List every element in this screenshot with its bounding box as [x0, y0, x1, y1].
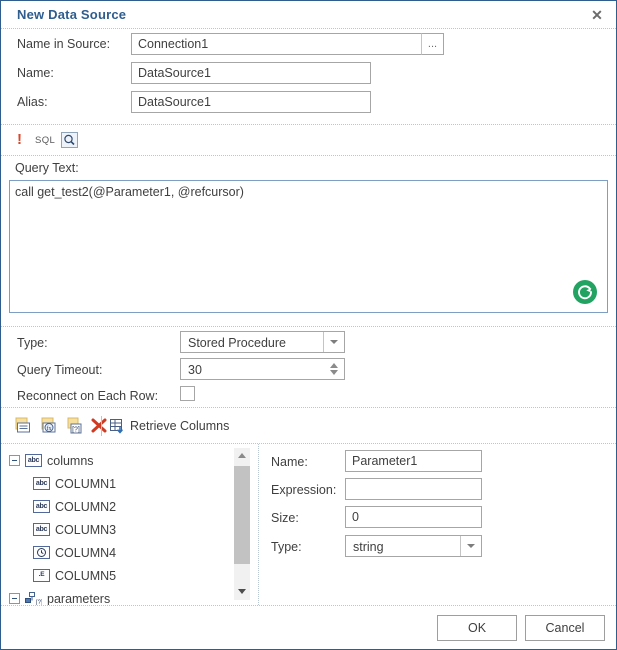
tree-node-label: COLUMN5: [55, 568, 117, 583]
query-text-value: call get_test2(@Parameter1, @refcursor): [15, 185, 244, 199]
warning-exclamation-icon[interactable]: !: [17, 131, 22, 148]
reconnect-on-each-row-checkbox[interactable]: [180, 386, 195, 401]
parameter-properties-panel: Name: Expression: Size: Type: string: [259, 444, 616, 605]
retrieve-columns-label: Retrieve Columns: [130, 419, 230, 433]
tree-node-label: COLUMN4: [55, 545, 117, 560]
svg-text:fx: fx: [47, 425, 52, 432]
toolbar-separator: [101, 416, 102, 436]
tree-node[interactable]: [?] parameters: [1, 587, 239, 605]
tree-node[interactable]: COLUMN4: [1, 541, 239, 564]
new-column-icon[interactable]: [13, 416, 33, 436]
property-expression-input[interactable]: [345, 478, 482, 500]
name-in-source-label: Name in Source:: [17, 37, 111, 51]
string-type-icon: abc: [33, 500, 50, 513]
string-type-icon: abc: [25, 454, 42, 467]
new-data-source-dialog: New Data Source ✕ Name in Source: ... Na…: [0, 0, 617, 650]
type-dropdown-value: Stored Procedure: [188, 336, 286, 350]
cancel-button[interactable]: Cancel: [525, 615, 605, 641]
alias-label: Alias:: [17, 95, 48, 109]
query-timeout-value: 30: [188, 363, 202, 377]
chevron-down-icon[interactable]: [323, 332, 344, 352]
type-dropdown[interactable]: Stored Procedure: [180, 331, 345, 353]
refresh-icon[interactable]: [573, 280, 597, 304]
property-name-label: Name:: [271, 455, 308, 469]
name-input[interactable]: [131, 62, 371, 84]
spinner-up-icon[interactable]: [330, 363, 338, 368]
fields-tree: abc columns abc COLUMN1 abc COLUMN2 abc COLUMN3…: [1, 449, 239, 605]
tree-node-label: parameters: [47, 591, 111, 606]
property-type-label: Type:: [271, 540, 302, 554]
query-text-label: Query Text:: [15, 161, 79, 175]
svg-text:[?]: [?]: [36, 600, 42, 606]
columns-parameters-section: abc columns abc COLUMN1 abc COLUMN2 abc COLUMN3…: [1, 444, 616, 606]
property-name-input[interactable]: [345, 450, 482, 472]
alias-input[interactable]: [131, 91, 371, 113]
fields-tree-panel: abc columns abc COLUMN1 abc COLUMN2 abc COLUMN3…: [1, 444, 259, 605]
type-label: Type:: [17, 336, 48, 350]
tree-node[interactable]: .E COLUMN5: [1, 564, 239, 587]
datetime-type-icon: [33, 546, 50, 559]
retrieve-columns-button[interactable]: Retrieve Columns: [109, 415, 229, 437]
tree-node[interactable]: abc COLUMN3: [1, 518, 239, 541]
tree-node[interactable]: abc COLUMN1: [1, 472, 239, 495]
sql-mode-label[interactable]: SQL: [35, 135, 55, 146]
svg-text:[?]: [?]: [72, 427, 80, 434]
scroll-down-icon[interactable]: [234, 584, 250, 600]
tree-node[interactable]: abc COLUMN2: [1, 495, 239, 518]
spinner-arrows[interactable]: [326, 361, 342, 377]
tree-node[interactable]: abc columns: [1, 449, 239, 472]
new-parameter-icon[interactable]: [?]: [65, 416, 85, 436]
retrieve-columns-table-icon: [110, 419, 123, 434]
delete-icon[interactable]: [89, 416, 109, 436]
parameters-node-icon: [?]: [25, 591, 42, 606]
ok-button[interactable]: OK: [437, 615, 517, 641]
query-preview-magnifier-icon[interactable]: [61, 132, 78, 148]
tree-node-label: COLUMN3: [55, 522, 117, 537]
scrollbar-thumb[interactable]: [234, 466, 250, 564]
name-in-source-browse-button[interactable]: ...: [421, 33, 444, 55]
query-timeout-spinner[interactable]: 30: [180, 358, 345, 380]
tree-expander-icon[interactable]: [9, 593, 20, 604]
reconnect-on-each-row-label: Reconnect on Each Row:: [17, 389, 159, 403]
tree-expander-icon[interactable]: [9, 455, 20, 466]
new-calculated-column-icon[interactable]: fx: [39, 416, 59, 436]
dialog-footer: OK Cancel: [1, 606, 616, 649]
query-text-editor[interactable]: call get_test2(@Parameter1, @refcursor): [9, 180, 608, 313]
query-section: Query Text: call get_test2(@Parameter1, …: [1, 156, 616, 327]
tree-node-label: COLUMN1: [55, 476, 117, 491]
chevron-down-icon[interactable]: [460, 536, 481, 556]
property-size-label: Size:: [271, 511, 299, 525]
property-size-input[interactable]: [345, 506, 482, 528]
property-expression-label: Expression:: [271, 483, 337, 497]
type-section: Type: Stored Procedure Query Timeout: 30…: [1, 327, 616, 408]
string-type-icon: abc: [33, 523, 50, 536]
dialog-titlebar: New Data Source ✕: [1, 1, 616, 29]
name-in-source-input[interactable]: [131, 33, 422, 55]
tree-scrollbar[interactable]: [234, 448, 250, 600]
tree-node-label: COLUMN2: [55, 499, 117, 514]
property-type-value: string: [353, 540, 384, 554]
columns-toolbar: fx [?] Retrieve Columns: [1, 408, 616, 444]
close-icon[interactable]: ✕: [586, 5, 608, 25]
scroll-up-icon[interactable]: [234, 448, 250, 464]
number-type-icon: .E: [33, 569, 50, 582]
query-timeout-label: Query Timeout:: [17, 363, 103, 377]
name-label: Name:: [17, 66, 54, 80]
property-type-dropdown[interactable]: string: [345, 535, 482, 557]
names-section: Name in Source: ... Name: Alias:: [1, 29, 616, 125]
dialog-title: New Data Source: [17, 7, 127, 22]
spinner-down-icon[interactable]: [330, 370, 338, 375]
sql-toolbar: ! SQL: [1, 125, 616, 156]
tree-node-label: columns: [47, 453, 94, 468]
string-type-icon: abc: [33, 477, 50, 490]
